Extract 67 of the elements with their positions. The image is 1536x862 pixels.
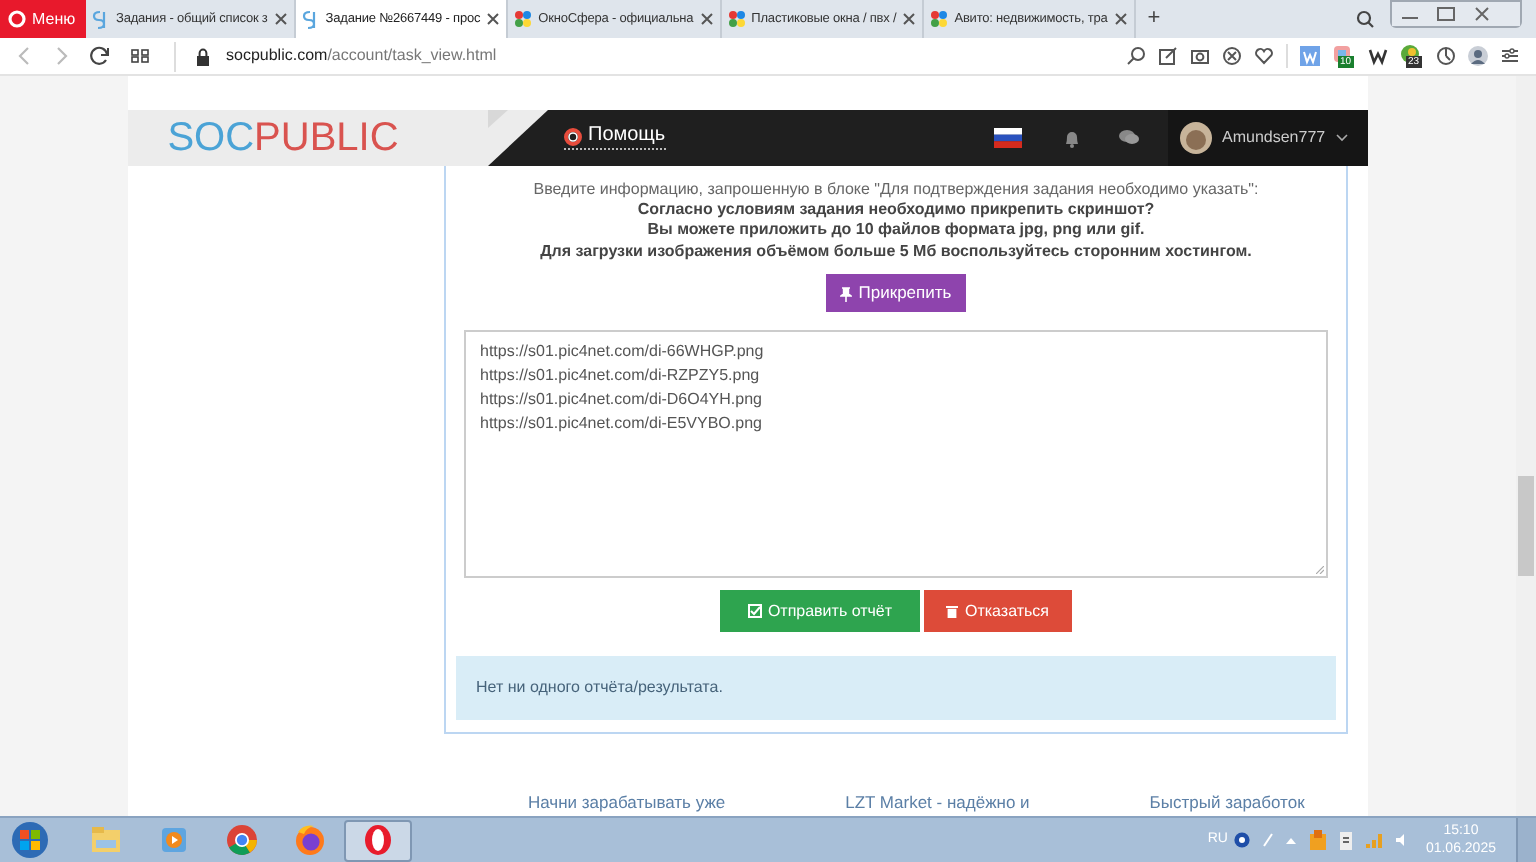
instruction-text: Введите информацию, запрошенную в блоке "Для подтверждения задания необходимо указать": xyxy=(533,177,1259,200)
close-icon[interactable] xyxy=(486,12,501,26)
clipboard-icon[interactable] xyxy=(1337,830,1354,850)
answer-line: https://s01.pic4net.com/di-D6O4YH.png xyxy=(480,388,764,413)
search-icon[interactable] xyxy=(1356,10,1374,28)
opera-logo-icon xyxy=(8,10,26,28)
w-icon[interactable] xyxy=(1368,46,1388,66)
taskbar-app[interactable] xyxy=(344,819,412,861)
username: Amundsen777 xyxy=(1222,125,1326,150)
colored-dots-icon xyxy=(727,10,746,28)
zoom-icon[interactable] xyxy=(1126,46,1146,66)
help-link[interactable]: Помощь xyxy=(564,124,666,151)
colored-dots-icon xyxy=(514,10,533,28)
folder-icon xyxy=(88,822,124,858)
settings-icon[interactable] xyxy=(1500,46,1520,66)
pin-icon xyxy=(840,285,853,302)
footer-link[interactable]: Начни зарабатывать уже xyxy=(528,790,726,816)
scrollbar-thumb[interactable] xyxy=(1518,476,1534,576)
sp-logo-icon xyxy=(301,9,320,29)
close-icon[interactable] xyxy=(699,12,714,26)
chat-icon[interactable] xyxy=(1118,128,1140,147)
answer-textarea[interactable]: https://s01.pic4net.com/di-66WHGP.png https://s01.pic4net.com/di-RZPZY5.png https://s01.pic4net.com/di-D6O4YH.png https://s01.pic4net.com/di-E5VYBO.png xyxy=(464,330,1328,579)
sp-logo-icon xyxy=(92,9,110,29)
reload-icon[interactable] xyxy=(90,46,110,66)
footer-link[interactable]: LZT Market - надёжно и xyxy=(845,790,1030,816)
profile-icon[interactable] xyxy=(1468,46,1488,66)
heart-icon[interactable] xyxy=(1254,46,1274,66)
firefox-icon xyxy=(292,822,328,858)
resize-handle-icon[interactable] xyxy=(1316,566,1324,575)
requirement-text: Вы можете приложить до 10 файлов формата jpg, png или gif. xyxy=(647,220,1145,242)
edit-icon[interactable] xyxy=(1158,46,1178,66)
info-message: Нет ни одного отчёта/результата. xyxy=(476,676,723,701)
opera-icon xyxy=(360,822,396,858)
menu-button[interactable]: Меню xyxy=(0,0,86,38)
address-field[interactable]: socpublic.com/account/task_view.html xyxy=(174,41,1126,71)
footer-link[interactable]: Быстрый заработок xyxy=(1149,790,1305,816)
checkbox-icon xyxy=(747,604,762,619)
answer-line: https://s01.pic4net.com/di-66WHGP.png xyxy=(480,340,766,365)
scrollbar[interactable] xyxy=(1516,76,1536,816)
w-extension-icon[interactable] xyxy=(1300,46,1320,66)
answer-line: https://s01.pic4net.com/di-RZPZY5.png xyxy=(480,364,762,389)
colored-dots-icon xyxy=(930,10,949,28)
close-icon[interactable] xyxy=(273,12,288,26)
start-button[interactable] xyxy=(10,820,50,860)
close-icon[interactable] xyxy=(1113,12,1128,26)
url-text: socpublic.com/account/task_view.html xyxy=(226,44,497,68)
trash-icon xyxy=(946,604,959,619)
russian-flag-icon[interactable] xyxy=(994,127,1022,148)
user-menu[interactable]: Amundsen777 xyxy=(1168,109,1368,166)
bell-icon[interactable] xyxy=(1062,127,1082,148)
requirement-text: Согласно условиям задания необходимо прикрепить скриншот? xyxy=(637,199,1155,221)
attach-button[interactable]: Прикрепить xyxy=(826,274,966,313)
caret-icon xyxy=(1335,133,1348,142)
new-tab-button[interactable]: + xyxy=(1135,0,1173,38)
block-icon[interactable] xyxy=(1222,46,1242,66)
avatar xyxy=(1180,121,1212,154)
chrome-icon xyxy=(224,822,260,858)
grid-icon[interactable] xyxy=(130,48,150,64)
media-player-icon xyxy=(156,822,192,858)
answer-line: https://s01.pic4net.com/di-E5VYBO.png xyxy=(480,412,764,437)
requirement-text: Для загрузки изображения объёмом больше 5 Мб воспользуйтесь сторонним хостингом. xyxy=(540,241,1252,263)
camera-icon[interactable] xyxy=(1190,46,1210,66)
lifebuoy-icon xyxy=(564,127,582,146)
refuse-button[interactable]: Отказаться xyxy=(924,590,1072,633)
lock-icon xyxy=(196,47,210,65)
close-icon[interactable] xyxy=(902,12,917,26)
help-icon[interactable] xyxy=(1233,832,1250,848)
